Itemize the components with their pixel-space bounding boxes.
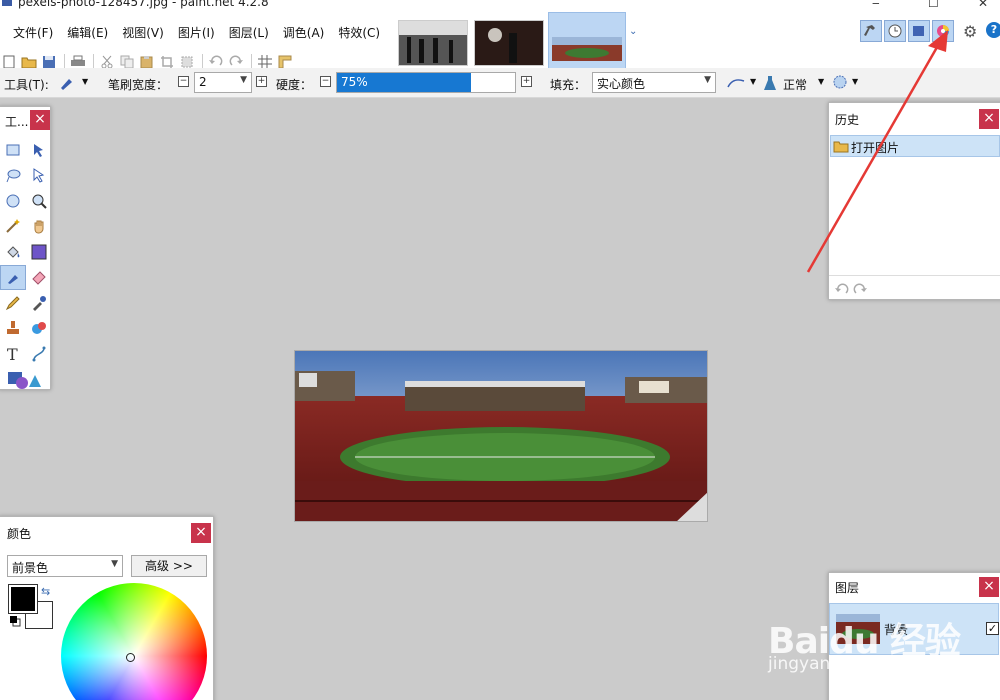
fill-label: 填充： <box>550 78 587 92</box>
menu-image[interactable]: 图片(I) <box>171 26 222 40</box>
brush-width-value: 2 <box>199 75 207 89</box>
gradient-icon[interactable] <box>26 239 52 265</box>
reset-colors-icon[interactable] <box>9 615 21 630</box>
antialiasing-icon[interactable] <box>726 75 746 94</box>
thumbnail-photo <box>399 21 467 65</box>
menu-file[interactable]: 文件(F) <box>6 26 60 40</box>
layer-visibility-checkbox[interactable]: ✓ <box>986 622 999 635</box>
brush-width-increase[interactable]: + <box>256 76 267 87</box>
color-wheel-marker[interactable] <box>126 653 135 662</box>
pan-hand-icon[interactable] <box>26 214 52 240</box>
color-wheel-saturation <box>61 583 207 700</box>
brush-width-combo[interactable]: 2 ▼ <box>194 72 252 93</box>
swap-colors-icon[interactable]: ⇆ <box>41 585 50 598</box>
minimize-button[interactable]: ‒ <box>872 0 880 10</box>
pencil-icon[interactable] <box>0 290 26 316</box>
brush-width-label: 笔刷宽度： <box>108 78 169 92</box>
line-curve-icon[interactable] <box>26 341 52 367</box>
layers-panel-close-button[interactable]: × <box>979 577 999 597</box>
app-icon <box>2 0 12 6</box>
move-selected-pixels-icon[interactable] <box>26 163 52 189</box>
menu-view[interactable]: 视图(V) <box>115 26 171 40</box>
hardness-decrease[interactable]: − <box>320 76 331 87</box>
tool-dropdown-arrow[interactable]: ▼ <box>82 77 88 86</box>
primary-color-swatch[interactable] <box>8 584 38 614</box>
recolor-icon[interactable] <box>26 316 52 342</box>
chevron-down-icon: ▼ <box>240 75 247 85</box>
menu-adjustments[interactable]: 调色(A) <box>276 26 332 40</box>
color-wheel[interactable] <box>61 583 207 700</box>
menu-effects[interactable]: 特效(C) <box>331 26 387 40</box>
watermark-url: jingyan.baidu.com <box>768 654 925 674</box>
history-panel-close-button[interactable]: × <box>979 109 999 129</box>
tools-panel-title: 工... <box>5 115 29 129</box>
text-icon[interactable]: T <box>0 341 26 367</box>
image-thumbnail[interactable] <box>474 20 544 66</box>
main-menu: 文件(F) 编辑(E) 视图(V) 图片(I) 图层(L) 调色(A) 特效(C… <box>6 26 387 40</box>
image-thumbnail[interactable] <box>398 20 468 66</box>
tool-label: 工具(T): <box>4 78 49 92</box>
color-mode-select[interactable]: 前景色 ▼ <box>7 555 123 577</box>
layers-panel-title: 图层 <box>835 581 860 595</box>
svg-text:T: T <box>7 346 18 362</box>
chevron-down-icon[interactable]: ⌄ <box>629 26 637 37</box>
shapes-icon[interactable] <box>0 367 52 393</box>
rectangle-select-icon[interactable] <box>0 137 26 163</box>
lasso-select-icon[interactable] <box>0 163 26 189</box>
chevron-down-icon: ▼ <box>111 559 118 569</box>
paint-bucket-icon[interactable] <box>0 239 26 265</box>
fill-mode-value: 实心颜色 <box>597 77 646 91</box>
stadium-photo <box>295 351 707 521</box>
move-selection-icon[interactable] <box>26 137 52 163</box>
close-window-button[interactable]: ✕ <box>978 0 988 10</box>
menu-layers[interactable]: 图层(L) <box>222 26 276 40</box>
gear-icon[interactable]: ⚙ <box>963 22 977 41</box>
colors-panel: 颜色 × 前景色 ▼ 高级 >> ⇆ <box>0 516 214 700</box>
maximize-button[interactable]: ☐ <box>928 0 939 10</box>
tools-panel: 工... × T <box>0 106 51 390</box>
thumbnail-photo <box>552 37 622 61</box>
antialiasing-dropdown-arrow[interactable]: ▼ <box>750 77 756 86</box>
magic-wand-icon[interactable] <box>0 214 26 240</box>
undo-icon[interactable] <box>833 283 851 300</box>
paintbrush-icon[interactable] <box>0 264 26 290</box>
brush-width-decrease[interactable]: − <box>178 76 189 87</box>
menu-edit[interactable]: 编辑(E) <box>60 26 115 40</box>
fill-mode-combo[interactable]: 实心颜色 ▼ <box>592 72 716 93</box>
hardness-increase[interactable]: + <box>521 76 532 87</box>
annotation-arrow <box>806 30 948 273</box>
redo-icon[interactable] <box>851 283 869 300</box>
colors-panel-close-button[interactable]: × <box>191 523 211 543</box>
hardness-label: 硬度： <box>276 78 313 92</box>
zoom-icon[interactable] <box>26 188 52 214</box>
tools-panel-close-button[interactable]: × <box>30 110 50 130</box>
colors-panel-title: 颜色 <box>7 527 32 541</box>
brush-tool-icon[interactable] <box>58 74 78 95</box>
title-bar: pexels-photo-128457.jpg - paint.net 4.2.… <box>0 0 1000 12</box>
help-icon[interactable]: ? <box>986 22 1000 38</box>
color-mode-value: 前景色 <box>12 561 49 575</box>
window-title: pexels-photo-128457.jpg - paint.net 4.2.… <box>18 0 269 9</box>
color-picker-icon[interactable] <box>26 290 52 316</box>
hardness-slider[interactable]: 75% <box>336 72 516 93</box>
eraser-icon[interactable] <box>26 265 52 291</box>
ellipse-select-icon[interactable] <box>0 188 26 214</box>
canvas-image[interactable] <box>294 350 708 522</box>
tools-grid: T <box>0 137 52 392</box>
blend-mode-icon[interactable] <box>762 74 778 95</box>
chevron-down-icon: ▼ <box>704 75 711 85</box>
hardness-value: 75% <box>341 75 368 89</box>
advanced-button[interactable]: 高级 >> <box>131 555 207 577</box>
clone-stamp-icon[interactable] <box>0 316 26 342</box>
thumbnail-photo <box>475 21 543 65</box>
